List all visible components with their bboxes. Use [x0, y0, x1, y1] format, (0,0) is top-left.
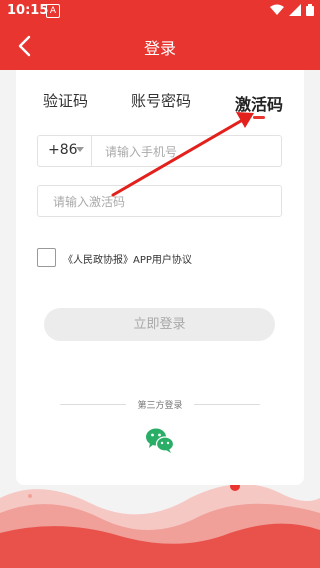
- status-bar: 10:15 A: [0, 0, 320, 22]
- page-title: 登录: [143, 39, 176, 58]
- third-party-label: 第三方登录: [137, 401, 183, 411]
- wifi-icon: [270, 4, 284, 15]
- tab-activation-code[interactable]: 激活码: [235, 91, 283, 115]
- wechat-icon[interactable]: [144, 425, 176, 455]
- caret-down-icon[interactable]: [76, 147, 84, 152]
- active-tab-indicator: [253, 116, 265, 119]
- activation-code-input[interactable]: [51, 186, 275, 218]
- login-button[interactable]: 立即登录: [44, 308, 275, 341]
- tab-verification-code[interactable]: 验证码: [43, 90, 88, 111]
- battery-icon: [306, 4, 314, 16]
- tab-account-password[interactable]: 账号密码: [131, 90, 191, 111]
- signal-icon: [289, 4, 301, 16]
- agreement-link[interactable]: 《人民政协报》APP用户协议: [63, 251, 192, 266]
- login-card: 验证码 账号密码 激活码 +86 《人民政协报》APP用户协议 立即登录 第三方…: [16, 70, 304, 485]
- country-code[interactable]: +86: [48, 142, 78, 158]
- field-divider: [91, 136, 92, 166]
- third-party-divider: 第三方登录: [60, 396, 260, 412]
- agreement-checkbox[interactable]: [37, 248, 56, 267]
- notification-icon: A: [46, 4, 60, 18]
- phone-input[interactable]: [103, 136, 277, 168]
- activation-code-field: [37, 185, 282, 218]
- phone-field: +86: [37, 135, 282, 168]
- status-time: 10:15: [7, 3, 49, 18]
- status-icons: [270, 4, 314, 16]
- app-header: 登录: [0, 22, 320, 70]
- login-tabs: 验证码 账号密码 激活码: [16, 90, 304, 120]
